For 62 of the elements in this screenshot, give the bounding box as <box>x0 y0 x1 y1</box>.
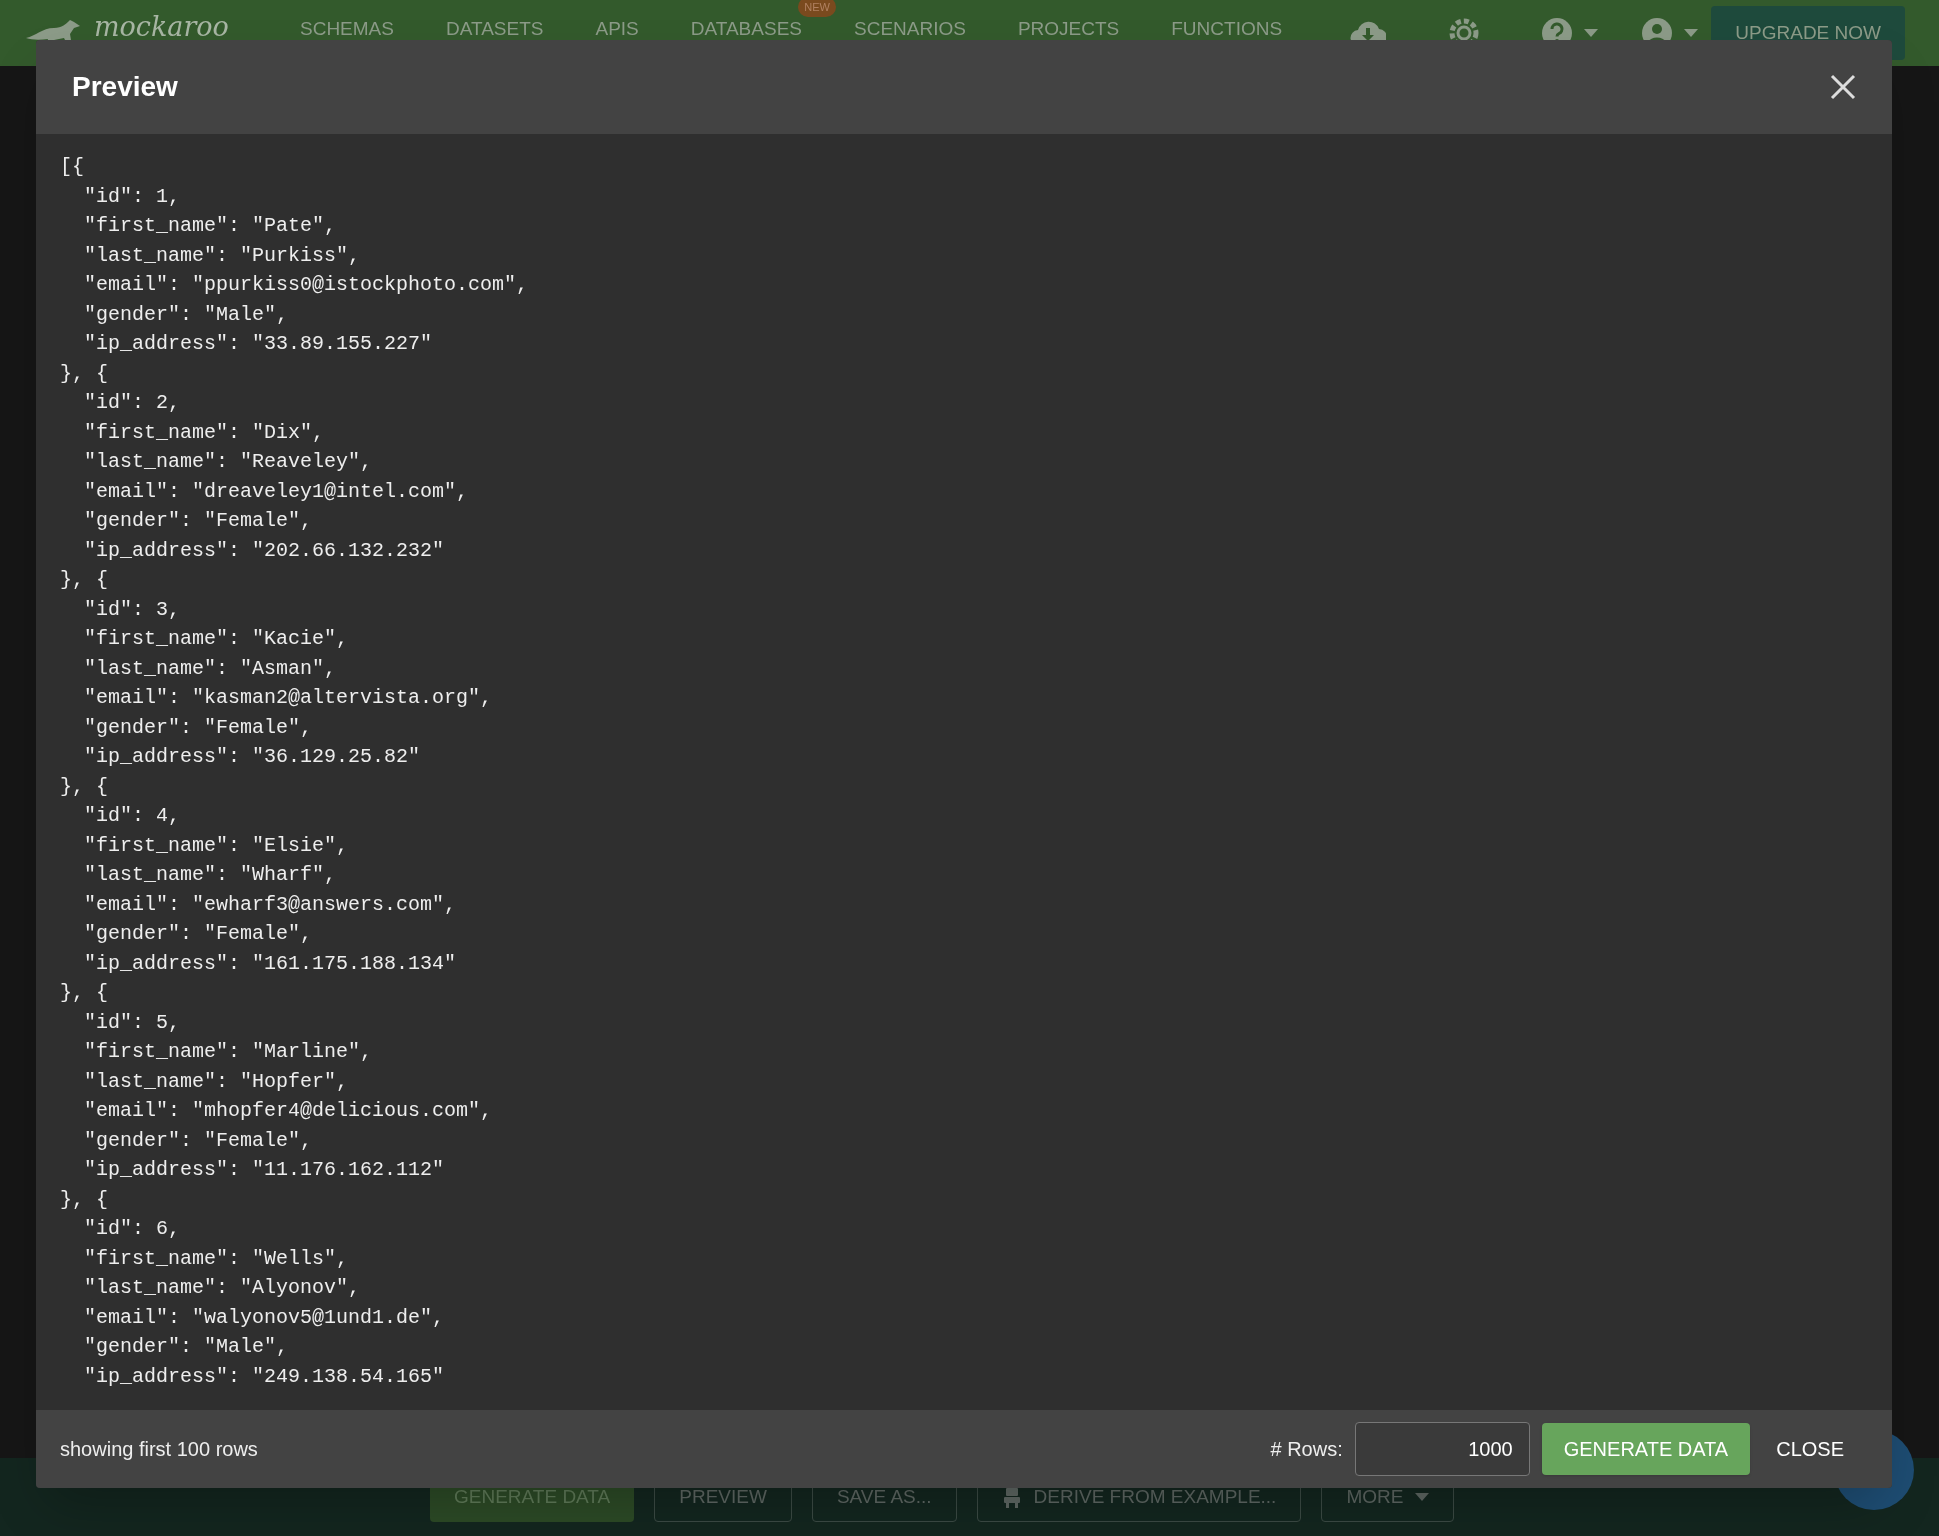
caret-icon <box>1584 29 1599 37</box>
code-line: "gender": "Female", <box>83 714 313 741</box>
code-line: "last_name": "Alyonov", <box>83 1275 361 1301</box>
generate-data-button[interactable]: GENERATE DATA <box>1541 1423 1751 1475</box>
dialog-title: Preview <box>72 70 178 104</box>
code-line: }, { <box>60 567 108 593</box>
code-line: "gender": "Female", <box>83 921 313 947</box>
code-line: "last_name": "Reaveley", <box>83 449 373 475</box>
code-line: "ip_address": "33.89.155.227" <box>83 331 433 357</box>
code-line: "ip_address": "249.138.54.165" <box>83 1363 445 1390</box>
close-icon[interactable] <box>1830 74 1856 100</box>
code-line: [{ <box>60 154 84 180</box>
code-line: }, { <box>60 360 108 387</box>
nav-link[interactable]: DATABASES <box>690 17 802 39</box>
code-line: "last_name": "Hopfer", <box>83 1068 349 1095</box>
code-line: "email": "ppurkiss0@istockphoto.com", <box>83 272 529 298</box>
code-line: "email": "dreaveley1@intel.com", <box>83 478 469 505</box>
code-line: "gender": "Male", <box>83 301 289 328</box>
code-line: "first_name": "Marline", <box>83 1039 373 1065</box>
code-line: "email": "ewharf3@answers.com", <box>83 891 457 918</box>
code-line: "ip_address": "161.175.188.134" <box>83 950 457 977</box>
caret-icon <box>1684 29 1699 37</box>
code-line: "email": "kasman2@altervista.org", <box>83 685 493 711</box>
code-line: "id": 1, <box>83 183 181 210</box>
code-line: "email": "mhopfer4@delicious.com", <box>83 1098 493 1124</box>
code-line: "ip_address": "36.129.25.82" <box>83 744 421 770</box>
code-line: }, { <box>60 1186 108 1213</box>
code-line: }, { <box>60 980 108 1006</box>
code-line: "first_name": "Wells", <box>83 1245 349 1272</box>
code-line: "ip_address": "202.66.132.232" <box>83 537 445 564</box>
robot-icon <box>1001 1486 1022 1508</box>
nav-link[interactable]: PROJECTS <box>1017 17 1120 39</box>
code-line: "email": "walyonov5@1und1.de", <box>83 1304 445 1331</box>
code-line: "id": 6, <box>83 1216 181 1242</box>
caret-icon <box>1415 1493 1430 1501</box>
code-line: "id": 4, <box>83 803 181 829</box>
code-line: "gender": "Female", <box>83 508 313 534</box>
code-line: "last_name": "Wharf", <box>83 862 337 888</box>
code-line: "first_name": "Elsie", <box>83 832 349 859</box>
logo-text: mockaroo <box>94 12 229 40</box>
code-line: "first_name": "Dix", <box>83 419 325 446</box>
nav-link[interactable]: FUNCTIONS <box>1171 17 1283 39</box>
code-line: "first_name": "Pate", <box>83 213 337 239</box>
nav-link[interactable]: DATASETS <box>445 17 544 39</box>
new-badge: NEW <box>798 0 836 18</box>
nav-link[interactable]: SCHEMAS <box>300 17 394 39</box>
code-line: "id": 3, <box>83 596 181 623</box>
nav-link[interactable]: SCENARIOS <box>854 17 966 39</box>
code-line: "id": 5, <box>83 1009 181 1036</box>
close-button[interactable]: CLOSE <box>1762 1423 1858 1475</box>
code-line: "last_name": "Asman", <box>83 655 337 682</box>
rows-label: # Rows: <box>1270 1437 1343 1462</box>
code-line: "id": 2, <box>83 390 181 416</box>
rows-note: showing first 100 rows <box>60 1437 258 1462</box>
code-line: "gender": "Male", <box>83 1334 289 1360</box>
nav-link[interactable]: APIS <box>595 17 639 39</box>
rows-input[interactable]: 1000 <box>1354 1422 1530 1476</box>
code-line: "first_name": "Kacie", <box>83 626 349 652</box>
code-line: "last_name": "Purkiss", <box>83 242 361 269</box>
code-line: "ip_address": "11.176.162.112" <box>83 1157 445 1183</box>
code-line: "gender": "Female", <box>83 1127 313 1154</box>
code-line: }, { <box>60 773 108 800</box>
